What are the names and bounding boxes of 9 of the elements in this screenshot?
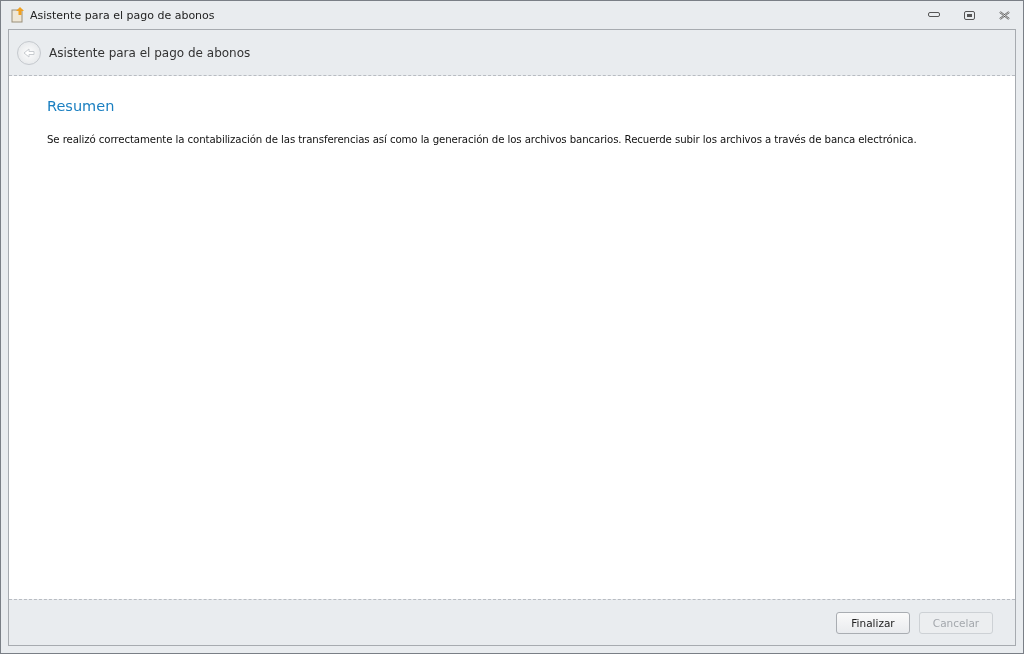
summary-message: Se realizó correctamente la contabilización de las transferencias así como la generación de los archivos bancarios. Recuerde subir los archivos a través de banca electrónica. (47, 134, 918, 145)
finish-button[interactable]: Finalizar (836, 611, 910, 634)
section-heading: Resumen (47, 98, 116, 114)
minimize-icon (928, 12, 940, 18)
restore-icon (963, 10, 975, 20)
window-title: Asistente para el pago de abonos (30, 8, 216, 22)
close-icon (998, 10, 1010, 20)
wizard-title: Asistente para el pago de abonos (49, 45, 251, 60)
back-arrow-icon (23, 47, 35, 58)
